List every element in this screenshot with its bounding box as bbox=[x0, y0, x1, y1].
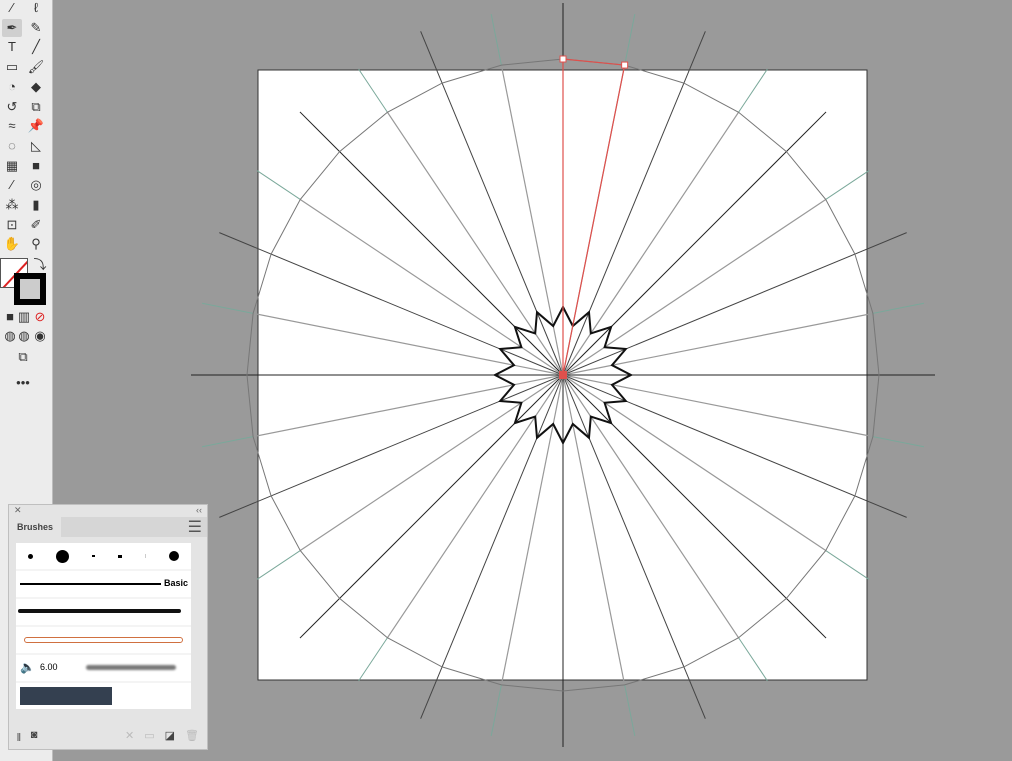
more-tools-icon[interactable]: ••• bbox=[13, 374, 33, 392]
shaper-icon[interactable]: ◔ bbox=[2, 78, 22, 96]
screen-mode-icon[interactable]: ⧉ bbox=[13, 348, 33, 366]
brush-list: Basic 🔈6.00 bbox=[16, 543, 191, 709]
brush-row-pattern[interactable] bbox=[16, 683, 191, 709]
warp-icon[interactable]: ≈ bbox=[2, 117, 22, 135]
none-mode-icon[interactable]: ⊘ bbox=[30, 308, 50, 326]
brush-row-art[interactable] bbox=[16, 627, 191, 653]
pin-icon[interactable]: 📌 bbox=[26, 117, 46, 135]
guide-ray-extension bbox=[202, 437, 253, 447]
gradient-icon[interactable]: ■ bbox=[26, 157, 46, 175]
guide-ray-extension bbox=[625, 14, 635, 65]
close-icon[interactable]: ✕ bbox=[14, 505, 22, 517]
mesh-icon[interactable]: ▦ bbox=[2, 157, 22, 175]
brush-row-bristle[interactable]: 🔈6.00 bbox=[16, 655, 191, 681]
brush-row-basic[interactable]: Basic bbox=[16, 571, 191, 597]
shape-builder-icon[interactable]: ◌ bbox=[2, 137, 22, 155]
delete-brush-icon[interactable]: 🗑 bbox=[185, 729, 199, 743]
perspective-grid-icon[interactable]: ◺ bbox=[26, 137, 46, 155]
panel-menu-icon[interactable]: ☰ bbox=[188, 517, 207, 537]
zoom-icon[interactable]: ⚲ bbox=[26, 235, 46, 253]
paintbrush-icon[interactable]: 🖌 bbox=[26, 58, 46, 76]
type-tool-icon[interactable]: T bbox=[2, 38, 22, 56]
guide-ray-extension bbox=[202, 303, 253, 313]
brush-row-charcoal[interactable] bbox=[16, 599, 191, 625]
new-brush-icon[interactable]: ◪ bbox=[165, 729, 175, 743]
rotate-icon[interactable]: ↺ bbox=[2, 98, 22, 116]
eraser-icon[interactable]: ◆ bbox=[26, 78, 46, 96]
stroke-swatch[interactable] bbox=[14, 273, 46, 305]
column-graph-icon[interactable]: ▮ bbox=[26, 196, 46, 214]
libraries-panel-icon[interactable]: ◙ bbox=[31, 729, 38, 743]
draw-inside-icon[interactable]: ◉ bbox=[30, 327, 50, 345]
remove-stroke-icon[interactable]: ✕ bbox=[125, 729, 134, 743]
line-tool-icon[interactable]: ╱ bbox=[26, 38, 46, 56]
selected-path bbox=[563, 59, 625, 65]
symbol-sprayer-icon[interactable]: ⁂ bbox=[2, 196, 22, 214]
slice-icon[interactable]: ✐ bbox=[26, 216, 46, 234]
guide-ray-extension bbox=[491, 14, 501, 65]
rectangle-tool-icon[interactable]: ▭ bbox=[2, 58, 22, 76]
guide-ray-extension bbox=[873, 437, 924, 447]
artboard-icon[interactable]: ⊡ bbox=[2, 216, 22, 234]
eyedropper-icon[interactable]: ⁄ bbox=[2, 176, 22, 194]
center-point bbox=[559, 371, 567, 379]
swap-icon[interactable]: ⤵ bbox=[30, 256, 50, 274]
anchor-point bbox=[622, 62, 628, 68]
guide-ray-extension bbox=[873, 303, 924, 313]
pen-tool-icon[interactable]: ✒ bbox=[2, 19, 22, 37]
blend-icon[interactable]: ◎ bbox=[26, 176, 46, 194]
hand-icon[interactable]: ✋ bbox=[2, 235, 22, 253]
anchor-point bbox=[560, 56, 566, 62]
brush-libraries-icon[interactable]: 𝍪 bbox=[17, 729, 21, 743]
curvature-icon[interactable]: ✎ bbox=[26, 19, 46, 37]
scale-icon[interactable]: ⧉ bbox=[26, 98, 46, 116]
guide-ray-extension bbox=[491, 685, 501, 736]
bristle-icon: 🔈 bbox=[20, 660, 35, 674]
magic-wand-icon[interactable]: ⁄ bbox=[2, 0, 22, 17]
lasso-icon[interactable]: ℓ bbox=[26, 0, 46, 17]
brush-row-calligraphic[interactable] bbox=[16, 543, 191, 569]
tab-brushes[interactable]: Brushes bbox=[9, 517, 61, 537]
brushes-panel: ✕ ‹‹ Brushes ☰ Basic 🔈6.00 𝍪 ◙ ✕ ▭ ◪ 🗑 bbox=[8, 504, 208, 750]
brush-options-icon[interactable]: ▭ bbox=[144, 729, 154, 743]
guide-ray-extension bbox=[625, 685, 635, 736]
collapse-icon[interactable]: ‹‹ bbox=[196, 505, 202, 517]
